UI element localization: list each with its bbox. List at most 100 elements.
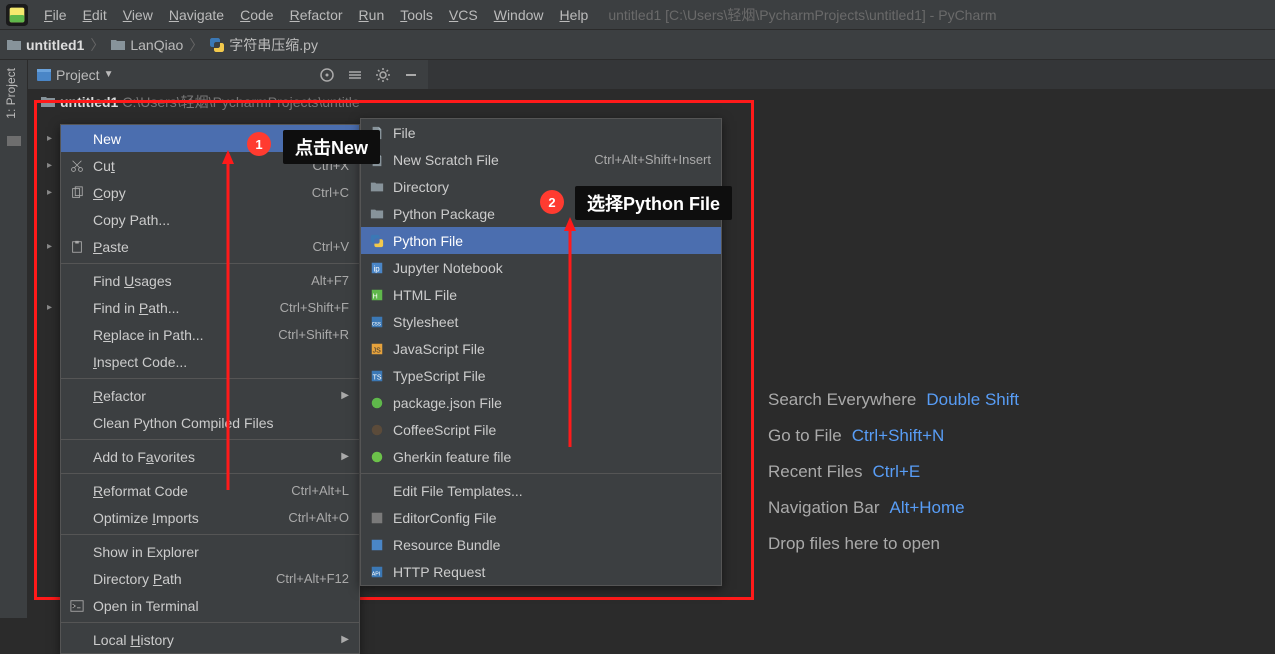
rb-icon — [369, 537, 385, 553]
menu-item-shortcut: Ctrl+Alt+L — [291, 483, 349, 498]
ctx-main-item-clean-python-compiled-files[interactable]: Clean Python Compiled Files — [61, 409, 359, 436]
pycharm-logo-icon — [6, 4, 28, 26]
menu-window[interactable]: Window — [486, 4, 552, 26]
blank-icon — [69, 449, 85, 465]
collapse-all-icon[interactable] — [346, 66, 364, 84]
ctx-main-item-copy-path-[interactable]: Copy Path... — [61, 206, 359, 233]
menu-refactor[interactable]: Refactor — [282, 4, 351, 26]
blank-icon — [69, 327, 85, 343]
blank-icon — [69, 544, 85, 560]
ctx-main-item-add-to-favorites[interactable]: Add to Favorites▶ — [61, 443, 359, 470]
ctx-new-item-typescript-file[interactable]: TS TypeScript File — [361, 362, 721, 389]
menu-view[interactable]: View — [115, 4, 161, 26]
menu-vcs[interactable]: VCS — [441, 4, 486, 26]
menu-run[interactable]: Run — [351, 4, 393, 26]
ctx-new-item-jupyter-notebook[interactable]: ipJupyter Notebook — [361, 254, 721, 281]
structure-tool-icon[interactable] — [6, 133, 22, 149]
welcome-shortcut: Double Shift — [926, 390, 1019, 410]
breadcrumb-file[interactable]: 字符串压缩.py — [209, 35, 318, 55]
svg-text:JS: JS — [373, 347, 382, 354]
welcome-hint: Recent Files Ctrl+E — [768, 462, 1019, 482]
blank-icon — [69, 510, 85, 526]
ctx-new-item-javascript-file[interactable]: JSJavaScript File — [361, 335, 721, 362]
blank-icon — [69, 415, 85, 431]
menu-item-label: Python File — [393, 233, 711, 249]
ctx-main-item-optimize-imports[interactable]: Optimize ImportsCtrl+Alt+O — [61, 504, 359, 531]
ctx-main-item-find-usages[interactable]: Find UsagesAlt+F7 — [61, 267, 359, 294]
dropdown-arrow-icon[interactable]: ▼ — [104, 69, 114, 80]
menu-edit[interactable]: Edit — [75, 4, 115, 26]
submenu-indicator-icon: ▸ — [47, 160, 52, 171]
menu-navigate[interactable]: Navigate — [161, 4, 232, 26]
ctx-new-item-html-file[interactable]: H HTML File — [361, 281, 721, 308]
chevron-right-icon: 〉 — [90, 35, 104, 55]
menu-item-label: New Scratch File — [393, 152, 586, 168]
blank-icon — [69, 131, 85, 147]
ctx-new-item-new-scratch-file[interactable]: New Scratch File Ctrl+Alt+Shift+Insert — [361, 146, 721, 173]
menu-tools[interactable]: Tools — [392, 4, 441, 26]
menu-item-label: Reformat Code — [93, 483, 283, 499]
ctx-new-item-python-file[interactable]: Python File — [361, 227, 721, 254]
ctx-main-item-reformat-code[interactable]: Reformat Code Ctrl+Alt+L — [61, 477, 359, 504]
blank-icon — [369, 483, 385, 499]
blank-icon — [69, 212, 85, 228]
ctx-main-item-local-history[interactable]: Local History ▶ — [61, 626, 359, 653]
copy-icon — [69, 185, 85, 201]
ctx-new-item-coffeescript-file[interactable]: CoffeeScript File — [361, 416, 721, 443]
menu-item-shortcut: Ctrl+Alt+Shift+Insert — [594, 152, 711, 167]
menu-item-label: TypeScript File — [393, 368, 711, 384]
settings-icon[interactable] — [374, 66, 392, 84]
breadcrumb: untitled1 〉 LanQiao 〉 字符串压缩.py — [0, 30, 1275, 60]
submenu-indicator-icon: ▸ — [47, 133, 52, 144]
blank-icon — [69, 388, 85, 404]
locate-icon[interactable] — [318, 66, 336, 84]
ts-icon: TS — [369, 368, 385, 384]
welcome-hint: Go to FileCtrl+Shift+N — [768, 426, 1019, 446]
menu-help[interactable]: Help — [552, 4, 597, 26]
minimize-icon[interactable] — [402, 66, 420, 84]
ctx-new-item-editorconfig-file[interactable]: EditorConfig File — [361, 504, 721, 531]
menu-code[interactable]: Code — [232, 4, 281, 26]
project-tool-tab[interactable]: 1: Project — [0, 60, 22, 127]
annotation-label-2: 选择Python File — [575, 186, 732, 220]
ctx-main-item-refactor[interactable]: Refactor▶ — [61, 382, 359, 409]
breadcrumb-folder[interactable]: LanQiao — [110, 37, 183, 53]
menu-item-label: HTML File — [393, 287, 711, 303]
ctx-main-item-open-in-terminal[interactable]: Open in Terminal — [61, 592, 359, 619]
ctx-main-item-show-in-explorer[interactable]: Show in Explorer — [61, 538, 359, 565]
submenu-indicator-icon: ▸ — [47, 241, 52, 252]
ctx-main-item-find-in-path-[interactable]: ▸Find in Path...Ctrl+Shift+F — [61, 294, 359, 321]
ctx-main-item-copy[interactable]: ▸CopyCtrl+C — [61, 179, 359, 206]
ctx-new-item-resource-bundle[interactable]: Resource Bundle — [361, 531, 721, 558]
ctx-new-item-stylesheet[interactable]: cssStylesheet — [361, 308, 721, 335]
blank-icon — [69, 273, 85, 289]
html-icon: H — [369, 287, 385, 303]
ctx-main-item-inspect-code-[interactable]: Inspect Code... — [61, 348, 359, 375]
window-title: untitled1 [C:\Users\轻烟\PycharmProjects\u… — [608, 5, 996, 25]
svg-text:ip: ip — [374, 264, 381, 273]
breadcrumb-root[interactable]: untitled1 — [6, 37, 84, 53]
menu-item-label: Local History — [93, 632, 333, 648]
pkg-icon — [369, 395, 385, 411]
ctx-main-separator — [61, 534, 359, 535]
ctx-new-item-gherkin-feature-file[interactable]: Gherkin feature file — [361, 443, 721, 470]
ctx-new-item-file[interactable]: File — [361, 119, 721, 146]
menu-item-label: Stylesheet — [393, 314, 711, 330]
folder-icon — [369, 206, 385, 222]
welcome-hint: Navigation BarAlt+Home — [768, 498, 1019, 518]
ctx-main-item-paste[interactable]: ▸PasteCtrl+V — [61, 233, 359, 260]
menu-item-label: Find Usages — [93, 273, 303, 289]
ctx-main-item-directory-path[interactable]: Directory PathCtrl+Alt+F12 — [61, 565, 359, 592]
welcome-shortcut: Ctrl+E — [872, 462, 920, 482]
menu-item-shortcut: Ctrl+Alt+O — [288, 510, 349, 525]
ctx-new-item-http-request[interactable]: APIHTTP Request — [361, 558, 721, 585]
welcome-label: Go to File — [768, 426, 842, 446]
welcome-label: Recent Files — [768, 462, 862, 482]
submenu-arrow-icon: ▶ — [341, 634, 349, 645]
ctx-new-item-edit-file-templates-[interactable]: Edit File Templates... — [361, 477, 721, 504]
ctx-main-item-replace-in-path-[interactable]: Replace in Path...Ctrl+Shift+R — [61, 321, 359, 348]
menu-file[interactable]: File — [36, 4, 75, 26]
ctx-new-item-package-json-file[interactable]: package.json File — [361, 389, 721, 416]
menu-item-label: Show in Explorer — [93, 544, 349, 560]
welcome-label: Navigation Bar — [768, 498, 880, 518]
